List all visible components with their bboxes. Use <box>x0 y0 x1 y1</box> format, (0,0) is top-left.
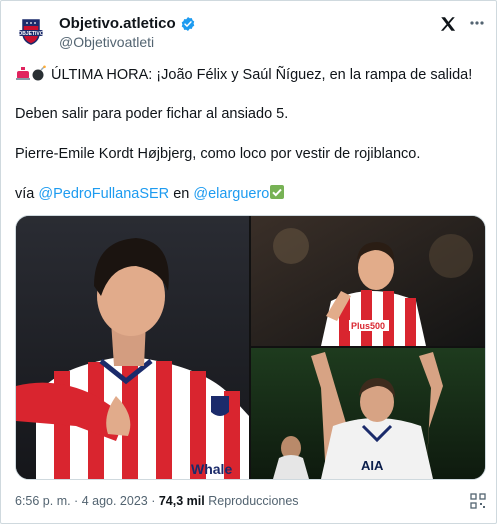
tweet-line-2: Deben salir para poder fichar al ansiado… <box>15 106 289 122</box>
mention-elarguero-link[interactable]: @elarguero <box>193 186 269 202</box>
bomb-emoji-icon <box>31 65 47 87</box>
siren-emoji-icon <box>15 65 31 87</box>
author-name-row: Objetivo.atletico <box>59 15 196 33</box>
jersey-sponsor-text: Whale <box>191 461 232 477</box>
tweet-line-1: ÚLTIMA HORA: ¡João Félix y Saúl Ñíguez, … <box>15 65 485 87</box>
verified-badge-icon <box>181 17 194 31</box>
check-mark-emoji-icon <box>269 184 285 206</box>
tweet-line-4: vía @PedroFullanaSER en @elarguero <box>15 184 485 206</box>
tweet-card: OBJETIVO Objetivo.atletico @Objetivoatle… <box>0 0 497 524</box>
copy-link-icon[interactable] <box>468 491 488 511</box>
tweet-headline: ÚLTIMA HORA: ¡João Félix y Saúl Ñíguez, … <box>51 67 473 83</box>
mention-pedrofullana-link[interactable]: @PedroFullanaSER <box>38 186 169 202</box>
tweet-timestamp[interactable]: 6:56 p. m. · 4 ago. 2023 · <box>15 494 155 508</box>
jersey3-sponsor-text: AIA <box>361 458 384 473</box>
joao-felix-photo[interactable]: Whale <box>16 216 249 479</box>
en-label: en <box>173 186 190 202</box>
hojbjerg-photo[interactable]: AIA <box>251 348 485 479</box>
via-label: vía <box>15 186 35 202</box>
more-options-icon[interactable] <box>467 13 487 33</box>
avatar-label: OBJETIVO <box>18 31 43 37</box>
saul-niguez-photo[interactable]: Plus500 <box>251 216 485 346</box>
media-grid: Whale Plus500 AIA <box>15 215 486 480</box>
views-label: Reproducciones <box>208 494 299 508</box>
avatar[interactable]: OBJETIVO <box>15 15 47 47</box>
jersey2-sponsor-text: Plus500 <box>351 321 385 331</box>
tweet-footer: 6:56 p. m. · 4 ago. 2023 · 74,3 mil Repr… <box>15 493 299 509</box>
author-handle[interactable]: @Objetivoatleti <box>59 33 154 51</box>
x-logo-icon[interactable] <box>439 15 457 33</box>
views-count: 74,3 mil <box>158 494 205 508</box>
author-name[interactable]: Objetivo.atletico <box>59 15 176 33</box>
tweet-line-3: Pierre-Emile Kordt Højbjerg, como loco p… <box>15 146 421 162</box>
